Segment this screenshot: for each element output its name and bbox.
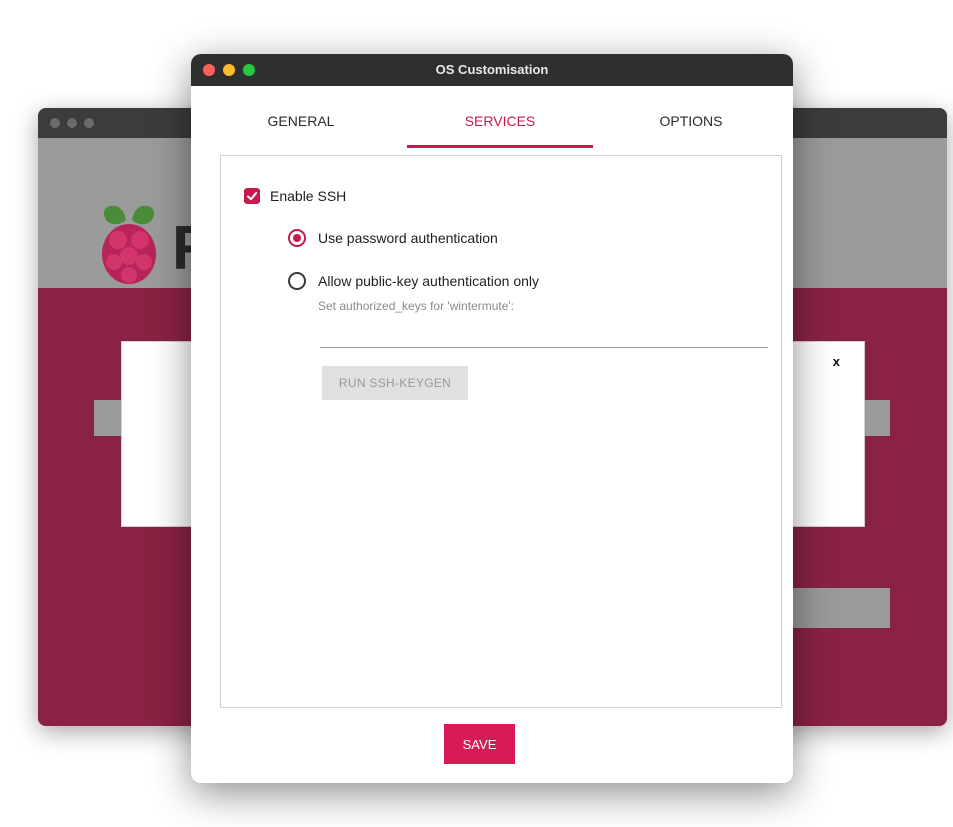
checkbox-checked-icon[interactable] <box>244 188 260 204</box>
password-auth-row[interactable]: Use password authentication <box>288 229 498 247</box>
active-tab-indicator <box>407 145 593 148</box>
dialog-titlebar: OS Customisation <box>191 54 793 86</box>
background-zoom-dot <box>84 118 94 128</box>
authorized-keys-field[interactable] <box>320 347 768 348</box>
tab-options[interactable]: OPTIONS <box>611 86 771 148</box>
background-minimize-dot <box>67 118 77 128</box>
raspberry-logo-icon <box>102 205 156 284</box>
enable-ssh-row[interactable]: Enable SSH <box>244 188 346 204</box>
services-panel: Enable SSH Use password authentication A… <box>220 155 782 708</box>
radio-selected-icon[interactable] <box>288 229 306 247</box>
run-ssh-keygen-button[interactable]: RUN SSH-KEYGEN <box>322 366 468 400</box>
background-window-controls <box>50 118 94 128</box>
tab-general[interactable]: GENERAL <box>221 86 381 148</box>
pubkey-auth-label: Allow public-key authentication only <box>318 273 540 289</box>
save-button[interactable]: SAVE <box>444 724 515 764</box>
background-close-dot <box>50 118 60 128</box>
checkmark-icon <box>247 192 258 201</box>
password-auth-label: Use password authentication <box>318 230 498 246</box>
enable-ssh-label: Enable SSH <box>270 188 347 204</box>
background-button-bottom <box>793 588 890 628</box>
background-button-left <box>94 400 124 436</box>
os-customisation-dialog: OS Customisation GENERAL SERVICES OPTION… <box>191 54 793 783</box>
radio-unselected-icon[interactable] <box>288 272 306 290</box>
pubkey-auth-row[interactable]: Allow public-key authentication only <box>288 272 539 290</box>
tab-bar: GENERAL SERVICES OPTIONS <box>191 86 793 148</box>
authorized-keys-hint: Set authorized_keys for 'wintermute': <box>318 299 515 313</box>
tab-services[interactable]: SERVICES <box>407 86 593 148</box>
dialog-title: OS Customisation <box>435 62 549 77</box>
background-dialog-close-button[interactable]: x <box>833 354 840 369</box>
